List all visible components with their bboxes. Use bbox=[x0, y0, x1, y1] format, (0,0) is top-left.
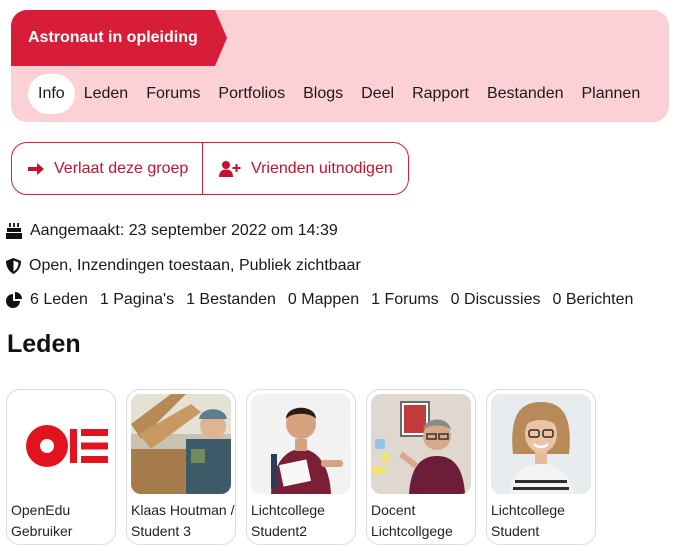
openedu-logo-icon bbox=[11, 394, 111, 494]
tab-blogs[interactable]: Blogs bbox=[294, 74, 352, 114]
leave-group-button[interactable]: Verlaat deze groep bbox=[12, 143, 203, 194]
member-card[interactable]: Docent Lichtcollgege bbox=[366, 389, 476, 545]
shield-icon bbox=[6, 258, 21, 274]
avatar bbox=[251, 394, 351, 494]
group-tabs: Info Leden Forums Portfolios Blogs Deel … bbox=[28, 74, 649, 114]
worker-photo-icon bbox=[131, 394, 231, 494]
member-name: Lichtcollege Student bbox=[491, 502, 565, 539]
created-date: Aangemaakt: 23 september 2022 om 14:39 bbox=[30, 222, 338, 239]
members-heading: Leden bbox=[7, 330, 81, 358]
student-woman-photo-icon bbox=[491, 394, 591, 494]
avatar bbox=[131, 394, 231, 494]
stat-members: 6 Leden bbox=[30, 291, 88, 308]
tab-plannen[interactable]: Plannen bbox=[573, 74, 650, 114]
leave-group-label: Verlaat deze groep bbox=[54, 159, 189, 177]
invite-friends-button[interactable]: Vrienden uitnodigen bbox=[203, 143, 408, 194]
arrow-right-icon bbox=[28, 162, 44, 175]
stats-line: 6 Leden 1 Pagina's 1 Bestanden 0 Mappen … bbox=[6, 291, 645, 309]
stat-posts: 0 Berichten bbox=[552, 291, 634, 308]
avatar bbox=[491, 394, 591, 494]
member-name: OpenEdu Gebruiker bbox=[11, 502, 73, 539]
group-title: Astronaut in opleiding bbox=[11, 10, 227, 66]
stat-forums: 1 Forums bbox=[371, 291, 439, 308]
tab-rapport[interactable]: Rapport bbox=[403, 74, 478, 114]
member-name: Lichtcollege Student2 bbox=[251, 502, 325, 539]
settings-line: Open, Inzendingen toestaan, Publiek zich… bbox=[6, 257, 361, 275]
group-settings: Open, Inzendingen toestaan, Publiek zich… bbox=[29, 257, 361, 274]
student-man-photo-icon bbox=[251, 394, 351, 494]
stat-folders: 0 Mappen bbox=[287, 291, 360, 308]
tab-forums[interactable]: Forums bbox=[137, 74, 209, 114]
tab-info[interactable]: Info bbox=[28, 74, 75, 114]
stat-files: 1 Bestanden bbox=[186, 291, 276, 308]
tab-bestanden[interactable]: Bestanden bbox=[478, 74, 573, 114]
user-plus-icon bbox=[219, 160, 241, 177]
member-card[interactable]: OpenEdu Gebruiker bbox=[6, 389, 116, 545]
tab-leden[interactable]: Leden bbox=[75, 74, 138, 114]
invite-friends-label: Vrienden uitnodigen bbox=[251, 159, 393, 177]
stat-pages: 1 Pagina's bbox=[99, 291, 175, 308]
member-card[interactable]: Klaas Houtman / Student 3 bbox=[126, 389, 236, 545]
avatar bbox=[371, 394, 471, 494]
created-line: Aangemaakt: 23 september 2022 om 14:39 bbox=[6, 222, 338, 240]
member-card[interactable]: Lichtcollege Student bbox=[486, 389, 596, 545]
member-card[interactable]: Lichtcollege Student2 bbox=[246, 389, 356, 545]
group-header: Astronaut in opleiding Info Leden Forums… bbox=[11, 10, 669, 122]
tab-deel[interactable]: Deel bbox=[352, 74, 403, 114]
stat-discussions: 0 Discussies bbox=[450, 291, 541, 308]
member-name: Klaas Houtman / Student 3 bbox=[131, 502, 235, 539]
tab-portfolios[interactable]: Portfolios bbox=[209, 74, 294, 114]
group-actions: Verlaat deze groep Vrienden uitnodigen bbox=[11, 142, 409, 195]
teacher-photo-icon bbox=[371, 394, 471, 494]
birthday-cake-icon bbox=[6, 223, 22, 239]
member-name: Docent Lichtcollgege bbox=[371, 502, 453, 539]
avatar bbox=[11, 394, 111, 494]
pie-chart-icon bbox=[6, 292, 22, 308]
